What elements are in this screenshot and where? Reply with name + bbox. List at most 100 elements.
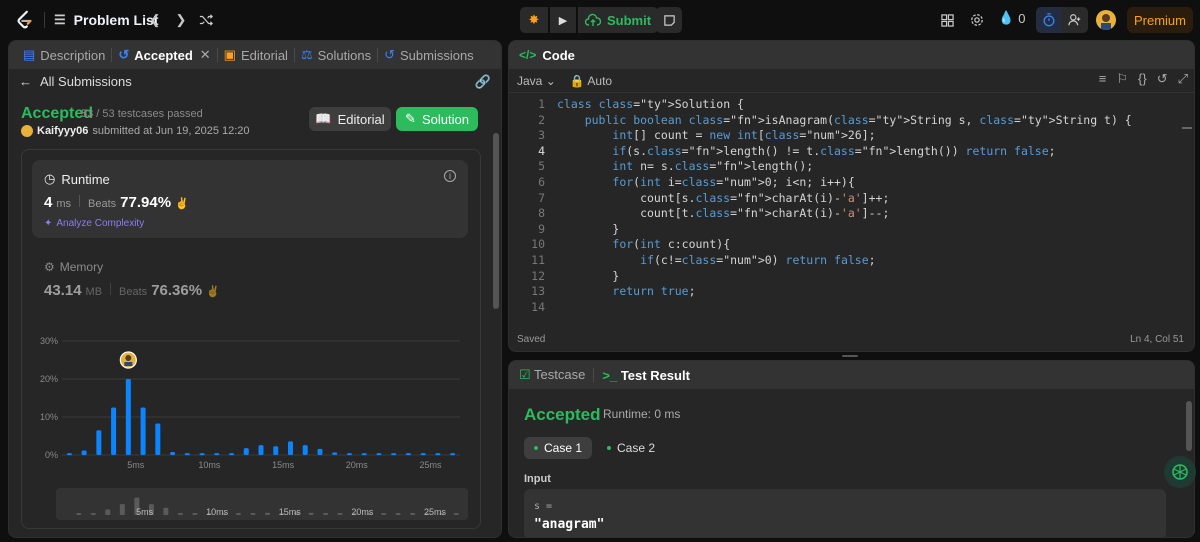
format-icon[interactable]: ≡ xyxy=(1099,71,1107,87)
range-selector-chart[interactable]: 5ms 10ms 15ms 20ms 25ms xyxy=(56,488,468,520)
tab-solutions[interactable]: ⚖ Solutions xyxy=(295,47,377,63)
code-line[interactable]: 6 for(int i=class="num">0; i<n; i++){ xyxy=(509,175,1194,191)
code-line[interactable]: 8 count[t.class="fn">charAt(i)-'a']--; xyxy=(509,206,1194,222)
problem-list-button[interactable]: ☰ Problem List xyxy=(54,10,158,30)
chart-bar[interactable] xyxy=(435,453,441,456)
notes-button[interactable] xyxy=(656,7,682,33)
code-line[interactable]: 14 xyxy=(509,300,1194,316)
chart-bar[interactable] xyxy=(66,453,72,456)
left-scrollbar[interactable] xyxy=(493,133,499,309)
chart-bar[interactable] xyxy=(81,450,87,455)
ai-assistant-button[interactable] xyxy=(1164,456,1196,488)
run-button[interactable]: ▶ xyxy=(550,7,576,33)
chart-bar[interactable] xyxy=(420,453,426,456)
share-link-icon[interactable]: 🔗 xyxy=(475,74,491,90)
solution-button[interactable]: ✎ Solution xyxy=(396,107,478,131)
chart-bar[interactable] xyxy=(170,451,176,455)
code-line[interactable]: 11 if(c!=class="num">0) return false; xyxy=(509,253,1194,269)
history-icon: ↺ xyxy=(118,47,130,62)
tab-accepted-label: Accepted xyxy=(134,47,193,63)
chart-bar[interactable] xyxy=(302,445,308,455)
chart-bar[interactable] xyxy=(332,452,338,455)
user-avatar[interactable] xyxy=(1096,10,1116,30)
code-text: int n= s.class="fn">length(); xyxy=(612,159,814,174)
test-scrollbar[interactable] xyxy=(1186,401,1192,451)
code-line[interactable]: 12 } xyxy=(509,269,1194,285)
code-line[interactable]: 2 public boolean class="fn">isAnagram(cl… xyxy=(509,113,1194,129)
code-line[interactable]: 13 return true; xyxy=(509,284,1194,300)
memory-unit: MB xyxy=(85,286,103,298)
chart-bar[interactable] xyxy=(111,407,117,456)
all-submissions-link[interactable]: ← All Submissions xyxy=(19,74,132,89)
memory-beats: 76.36% xyxy=(151,282,203,299)
chart-bar[interactable] xyxy=(243,448,249,455)
code-line[interactable]: 9 } xyxy=(509,222,1194,238)
code-line[interactable]: 1 class class="ty">Solution { xyxy=(509,97,1194,113)
case-2-tab[interactable]: Case 2 xyxy=(597,437,665,459)
layout-grid-icon[interactable] xyxy=(937,10,957,30)
sparkle-icon: ✦ xyxy=(44,218,53,229)
chart-bar[interactable] xyxy=(125,379,131,455)
panel-resize-handle[interactable] xyxy=(842,355,858,357)
editorial-button[interactable]: 📖 Editorial xyxy=(309,107,391,131)
next-problem-icon[interactable]: ❯ xyxy=(171,10,191,30)
chart-bar[interactable] xyxy=(287,441,293,455)
code-text: } xyxy=(557,221,620,236)
tab-accepted[interactable]: ↺ Accepted ✕ xyxy=(112,47,216,63)
chart-bar[interactable] xyxy=(361,453,367,456)
chart-bar[interactable] xyxy=(229,453,235,456)
chart-bar[interactable] xyxy=(214,453,220,456)
submit-button[interactable]: Submit xyxy=(578,7,658,33)
tab-submissions[interactable]: ↺ Submissions xyxy=(378,47,480,63)
chart-bar[interactable] xyxy=(391,453,397,456)
braces-icon[interactable]: {} xyxy=(1138,71,1147,87)
chart-bar[interactable] xyxy=(376,453,382,456)
chart-bar[interactable] xyxy=(199,453,205,456)
chart-bar[interactable] xyxy=(184,453,190,456)
close-tab-icon[interactable]: ✕ xyxy=(200,47,211,63)
tab-testcase[interactable]: ☑ Testcase xyxy=(519,367,585,383)
chart-bar[interactable] xyxy=(450,453,456,456)
runtime-distribution-chart[interactable]: 30% 20% 10% 0% 5ms 10ms 15ms 20ms 25ms xyxy=(32,333,472,475)
chart-bar[interactable] xyxy=(155,423,161,455)
bookmark-icon[interactable]: ⚐ xyxy=(1116,71,1128,87)
username-link[interactable]: Kaifyyy06 xyxy=(37,125,88,137)
chart-bar[interactable] xyxy=(405,453,411,456)
chart-bar[interactable] xyxy=(273,446,279,455)
settings-gear-icon[interactable] xyxy=(967,10,987,30)
tab-submissions-label: Submissions xyxy=(399,47,474,63)
code-line[interactable]: 4 if(s.class="fn">length() != t.class="f… xyxy=(509,144,1194,160)
chart-bar[interactable] xyxy=(258,445,264,455)
reset-icon[interactable]: ↺ xyxy=(1157,71,1168,87)
premium-button[interactable]: Premium xyxy=(1127,7,1193,33)
code-line[interactable]: 3 int[] count = new int[class="num">26]; xyxy=(509,128,1194,144)
auto-mode[interactable]: 🔒 Auto xyxy=(570,74,612,88)
language-select[interactable]: Java ⌄ xyxy=(517,74,556,88)
debug-button[interactable]: ✸ xyxy=(520,7,548,33)
mini-bar xyxy=(453,513,459,515)
code-line[interactable]: 5 int n= s.class="fn">length(); xyxy=(509,159,1194,175)
chart-bar[interactable] xyxy=(346,453,352,456)
tab-test-result[interactable]: >_ Test Result xyxy=(602,368,690,383)
analyze-complexity-link[interactable]: ✦ Analyze Complexity xyxy=(44,218,144,229)
chart-bar[interactable] xyxy=(140,407,146,456)
leetcode-logo-icon[interactable] xyxy=(14,9,36,31)
invite-user-button[interactable] xyxy=(1062,7,1088,33)
editor-scrollbar[interactable] xyxy=(1182,127,1192,129)
timer-button[interactable] xyxy=(1036,7,1062,33)
streak-counter[interactable]: 💧 0 xyxy=(998,10,1025,26)
code-line[interactable]: 7 count[s.class="fn">charAt(i)-'a']++; xyxy=(509,191,1194,207)
tab-description[interactable]: ▤ Description xyxy=(17,47,111,63)
prev-problem-icon[interactable]: ❮ xyxy=(145,10,165,30)
chart-bar[interactable] xyxy=(96,430,102,455)
case-1-tab[interactable]: Case 1 xyxy=(524,437,593,459)
memory-tab[interactable]: ⚙ Memory xyxy=(44,260,103,274)
code-line[interactable]: 10 for(int c:count){ xyxy=(509,237,1194,253)
code-editor[interactable]: 1 class class="ty">Solution {2 public boo… xyxy=(509,97,1194,321)
info-icon[interactable]: i xyxy=(444,170,456,182)
tab-editorial[interactable]: ▣ Editorial xyxy=(218,47,294,63)
shuffle-icon[interactable] xyxy=(196,10,216,30)
maximize-icon[interactable]: ⤢ xyxy=(1178,71,1188,87)
runtime-box[interactable]: ◷ Runtime i 4 ms Beats 77.94% ✌ ✦ Analyz… xyxy=(32,160,468,238)
chart-bar[interactable] xyxy=(317,448,323,455)
